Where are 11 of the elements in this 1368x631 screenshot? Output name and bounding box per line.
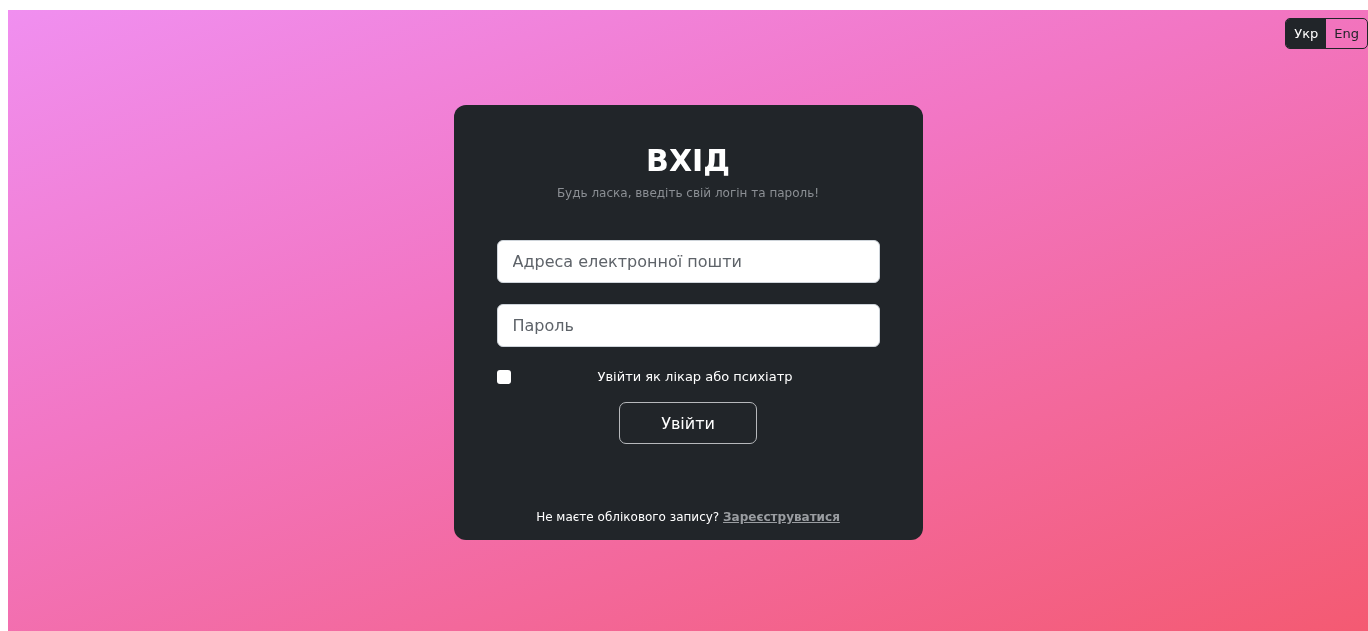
checkbox-label: Увійти як лікар або психіатр [596, 369, 794, 384]
login-button[interactable]: Увійти [619, 402, 757, 444]
language-tab[interactable]: Укр [1286, 19, 1327, 48]
password-field[interactable]: Пароль [496, 304, 880, 347]
login-title: ВХІД [646, 143, 730, 178]
signup-prompt: Не маєте облікового запису? Зареєструватися [536, 510, 840, 524]
email-field[interactable]: Адреса електронної пошти [496, 240, 880, 283]
login-subtitle: Будь ласка, введіть свій логін та пароль! [556, 186, 820, 200]
signup-link[interactable]: Зареєструватися [723, 510, 840, 524]
language-tab[interactable]: Eng [1326, 19, 1367, 48]
doctor-checkbox[interactable] [496, 369, 511, 384]
